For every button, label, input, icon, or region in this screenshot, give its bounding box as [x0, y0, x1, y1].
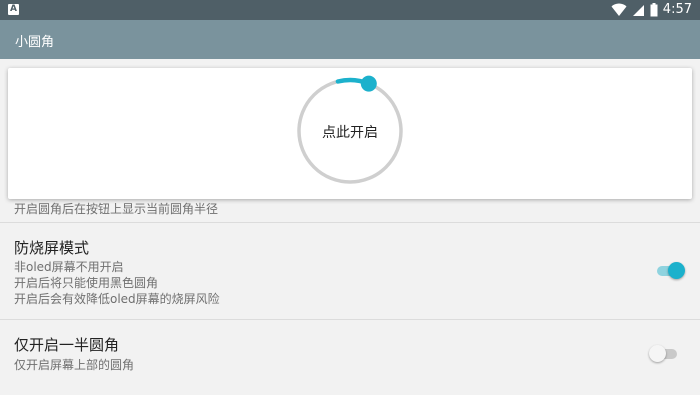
half-corners-toggle[interactable] [649, 344, 679, 364]
burn-in-line-3: 开启后会有效降低oled屏幕的烧屏风险 [14, 292, 220, 306]
wifi-icon [611, 3, 627, 16]
cell-signal-icon [632, 4, 644, 16]
setting-show-radius-subtitle: 开启圆角后在按钮上显示当前圆角半径 [14, 202, 219, 216]
setting-half-corners[interactable]: 仅开启一半圆角 仅开启屏幕上部的圆角 [0, 319, 700, 395]
notification-icon: A [8, 4, 19, 15]
burn-in-toggle[interactable] [655, 261, 685, 281]
setting-half-corners-title: 仅开启一半圆角 [14, 336, 120, 354]
burn-in-line-2: 开启后将只能使用黑色圆角 [14, 276, 159, 290]
setting-burn-in-description: 非oled屏幕不用开启 开启后将只能使用黑色圆角 开启后会有效降低oled屏幕的… [14, 259, 220, 307]
toggle-thumb [649, 345, 666, 362]
burn-in-line-1: 非oled屏幕不用开启 [14, 260, 124, 274]
app-title: 小圆角 [15, 35, 55, 50]
clock: 4:57 [662, 2, 692, 17]
enable-dialog: 点此开启 [8, 68, 692, 199]
setting-burn-in-mode[interactable]: 防烧屏模式 非oled屏幕不用开启 开启后将只能使用黑色圆角 开启后会有效降低o… [0, 222, 700, 319]
battery-icon [650, 3, 658, 17]
setting-half-corners-subtitle: 仅开启屏幕上部的圆角 [14, 358, 135, 372]
setting-burn-in-title: 防烧屏模式 [14, 239, 90, 257]
enable-button-label[interactable]: 点此开启 [300, 122, 400, 142]
dial-handle[interactable] [360, 75, 377, 92]
status-bar: A 4:57 [0, 0, 700, 20]
toggle-thumb [668, 262, 685, 279]
app-toolbar: 小圆角 [0, 20, 700, 59]
